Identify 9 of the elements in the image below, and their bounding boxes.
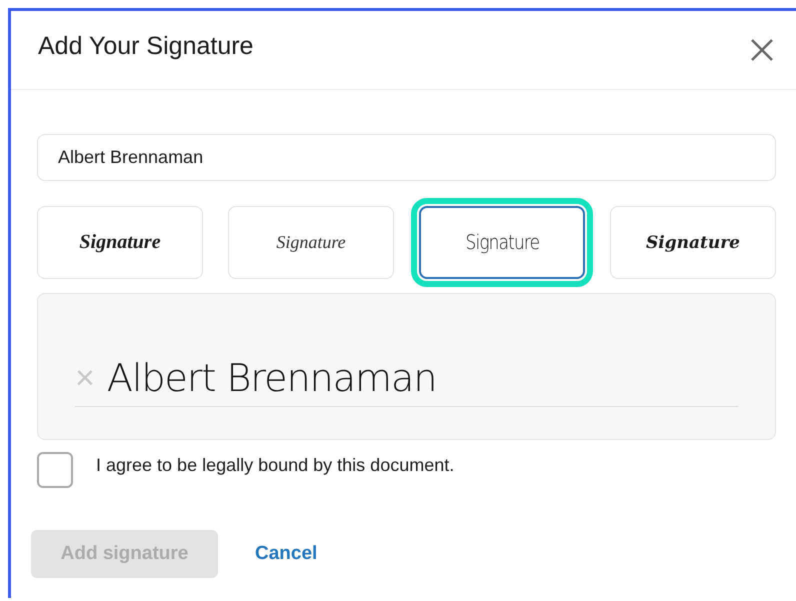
signature-style-option[interactable]: Signature [228,206,394,279]
agree-label: I agree to be legally bound by this document. [96,455,454,476]
signature-style-option[interactable]: Signature [37,206,203,279]
signature-text: Albert Brennaman [106,356,436,400]
dialog-title: Add Your Signature [38,32,254,60]
cancel-link[interactable]: Cancel [255,543,318,565]
signature-style-option[interactable]: Signature [610,206,776,279]
agree-checkbox[interactable] [37,452,73,488]
name-field[interactable]: Albert Brennaman [37,134,776,181]
